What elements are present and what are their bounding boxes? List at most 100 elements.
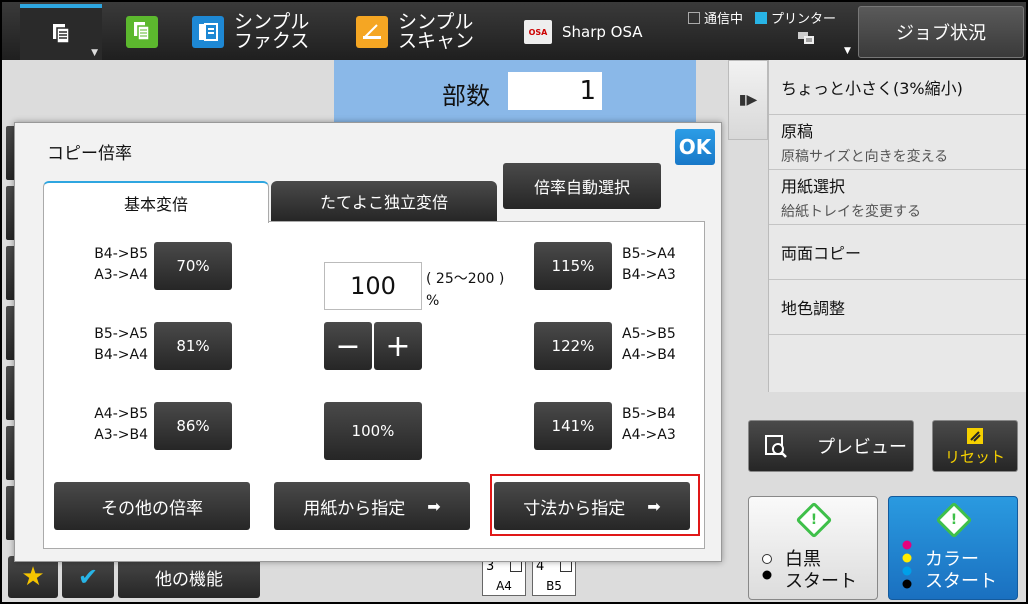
color-dots-icon xyxy=(902,540,912,589)
preset-line1: B5->B4 xyxy=(622,406,676,422)
side-item-title: 原稿 xyxy=(781,122,814,141)
dialog-title: コピー倍率 xyxy=(47,144,132,164)
fax-icon xyxy=(192,16,224,48)
copies-area: 部数 1 xyxy=(334,60,696,124)
increase-button[interactable]: + xyxy=(374,322,422,370)
side-item-sub: 給紙トレイを変更する xyxy=(781,204,921,220)
preset-81-button[interactable]: 81% xyxy=(154,322,232,370)
preset-label-122: A5->B5 A4->B4 xyxy=(622,324,692,366)
preview-icon xyxy=(765,435,787,458)
preset-label-115: B5->A4 B4->A3 xyxy=(622,244,692,286)
side-item-reduce[interactable]: ちょっと小さく(3%縮小) xyxy=(769,60,1026,115)
preset-141-button[interactable]: 141% xyxy=(534,402,612,450)
tray-size: B5 xyxy=(546,579,562,593)
preset-70-button[interactable]: 70% xyxy=(154,242,232,290)
auto-ratio-button[interactable]: 倍率自動選択 xyxy=(503,163,661,209)
preset-label-81: B5->A5 B4->A4 xyxy=(78,324,148,366)
tab-basic-ratio[interactable]: 基本変倍 xyxy=(43,181,269,223)
top-bar: ▼ シンプル ファクス シンプル スキャン OSA Sharp OSA 通信中 … xyxy=(2,2,1026,60)
printer-indicator xyxy=(755,11,768,24)
app-sharp-osa[interactable]: OSA Sharp OSA xyxy=(524,10,643,54)
start-icon: ! xyxy=(795,501,833,539)
favorite-star-button[interactable]: ★ xyxy=(8,556,58,598)
side-item-title: ちょっと小さく(3%縮小) xyxy=(781,79,963,98)
side-item-title: 地色調整 xyxy=(781,299,846,318)
preset-line1: B5->A5 xyxy=(94,326,148,342)
job-status-button[interactable]: ジョブ状況 xyxy=(858,6,1024,58)
tray-4[interactable]: 4 B5 xyxy=(532,556,576,596)
preset-line1: A4->B5 xyxy=(94,406,148,422)
preset-line2: A3->A4 xyxy=(94,267,148,283)
side-item-title: 両面コピー xyxy=(781,244,862,263)
preset-line2: B4->A3 xyxy=(622,267,676,283)
basic-ratio-panel: B4->B5 A3->A4 70% B5->A5 B4->A4 81% A4->… xyxy=(43,221,705,549)
ratio-range-text: ( 25～200 ) xyxy=(426,271,505,287)
side-item-background[interactable]: 地色調整 xyxy=(769,280,1026,335)
preset-line2: A4->A3 xyxy=(622,427,676,443)
color-start-line1: カラー xyxy=(925,549,979,570)
ratio-unit: % xyxy=(426,293,440,309)
side-panel-toggle[interactable]: ▮▶ xyxy=(728,60,768,140)
other-functions-button[interactable]: 他の機能 xyxy=(118,556,260,598)
copies-input[interactable]: 1 xyxy=(508,72,602,110)
bw-start-button[interactable]: ! 白黒 スタート xyxy=(748,496,878,600)
preset-line1: B5->A4 xyxy=(622,246,676,262)
start-icon: ! xyxy=(935,501,973,539)
app-copy[interactable] xyxy=(126,10,168,54)
ratio-input[interactable]: 100 xyxy=(324,262,422,310)
tray-3[interactable]: 3 A4 xyxy=(482,556,526,596)
decrease-button[interactable]: − xyxy=(324,322,372,370)
side-item-sub: 原稿サイズと向きを変える xyxy=(781,149,949,165)
checkmark-icon: ✔ xyxy=(77,563,99,591)
bw-start-line2: スタート xyxy=(785,571,857,592)
osa-label: Sharp OSA xyxy=(562,22,643,41)
from-paper-label: 用紙から指定 xyxy=(303,498,406,519)
copy-ratio-dialog: コピー倍率 OK 基本変倍 たてよこ独立変倍 倍率自動選択 B4->B5 A3-… xyxy=(14,122,722,562)
copies-label: 部数 xyxy=(442,82,490,110)
from-paper-button[interactable]: 用紙から指定 ➡ xyxy=(274,482,470,530)
app-simple-fax[interactable]: シンプル ファクス xyxy=(192,10,309,54)
preview-button[interactable]: プレビュー xyxy=(748,420,914,472)
color-start-line2: スタート xyxy=(925,571,997,592)
ratio-range: ( 25～200 ) % xyxy=(426,268,504,312)
tab-xy-ratio[interactable]: たてよこ独立変倍 xyxy=(271,181,497,221)
preset-line2: B4->A4 xyxy=(94,347,148,363)
screen: ▼ シンプル ファクス シンプル スキャン OSA Sharp OSA 通信中 … xyxy=(2,2,1026,602)
color-start-button[interactable]: ! カラー スタート xyxy=(888,496,1018,600)
star-icon: ★ xyxy=(21,562,45,592)
preset-line1: A5->B5 xyxy=(622,326,676,342)
ok-button[interactable]: OK xyxy=(675,129,715,165)
printer-label: プリンター xyxy=(771,12,837,27)
preset-label-70: B4->B5 A3->A4 xyxy=(78,244,148,286)
reset-label: リセット xyxy=(944,447,1005,466)
osa-logo-text: OSA xyxy=(528,27,548,37)
preset-122-button[interactable]: 122% xyxy=(534,322,612,370)
side-menu: ちょっと小さく(3%縮小) 原稿 原稿サイズと向きを変える 用紙選択 給紙トレイ… xyxy=(768,60,1026,392)
scan-icon xyxy=(356,16,388,48)
tray-size: A4 xyxy=(496,579,512,593)
comm-indicator xyxy=(688,11,700,24)
printer-dropdown-icon[interactable]: ▼ xyxy=(844,46,851,56)
reset-button[interactable]: リセット xyxy=(932,420,1018,472)
side-item-title: 用紙選択 xyxy=(781,177,846,196)
side-item-duplex[interactable]: 両面コピー xyxy=(769,225,1026,280)
comm-label: 通信中 xyxy=(704,12,744,27)
printer-icon[interactable] xyxy=(796,30,816,46)
side-item-paper[interactable]: 用紙選択 給紙トレイを変更する xyxy=(769,170,1026,225)
dropdown-corner-icon: ▼ xyxy=(91,48,98,58)
check-button[interactable]: ✔ xyxy=(62,556,114,598)
highlight-box xyxy=(490,474,700,536)
side-item-original[interactable]: 原稿 原稿サイズと向きを変える xyxy=(769,115,1026,170)
status-indicators: 通信中 プリンター xyxy=(688,8,836,27)
arrow-right-icon: ➡ xyxy=(427,496,441,516)
home-button[interactable]: ▼ xyxy=(20,4,102,60)
preset-label-141: B5->B4 A4->A3 xyxy=(622,404,692,446)
app-simple-scan[interactable]: シンプル スキャン xyxy=(356,10,474,54)
preset-86-button[interactable]: 86% xyxy=(154,402,232,450)
preview-label: プレビュー xyxy=(817,437,907,458)
osa-icon: OSA xyxy=(524,20,552,44)
other-ratio-button[interactable]: その他の倍率 xyxy=(54,482,250,530)
reset-100-button[interactable]: 100% xyxy=(324,402,422,460)
preset-115-button[interactable]: 115% xyxy=(534,242,612,290)
bw-start-line1: 白黒 xyxy=(785,549,821,570)
